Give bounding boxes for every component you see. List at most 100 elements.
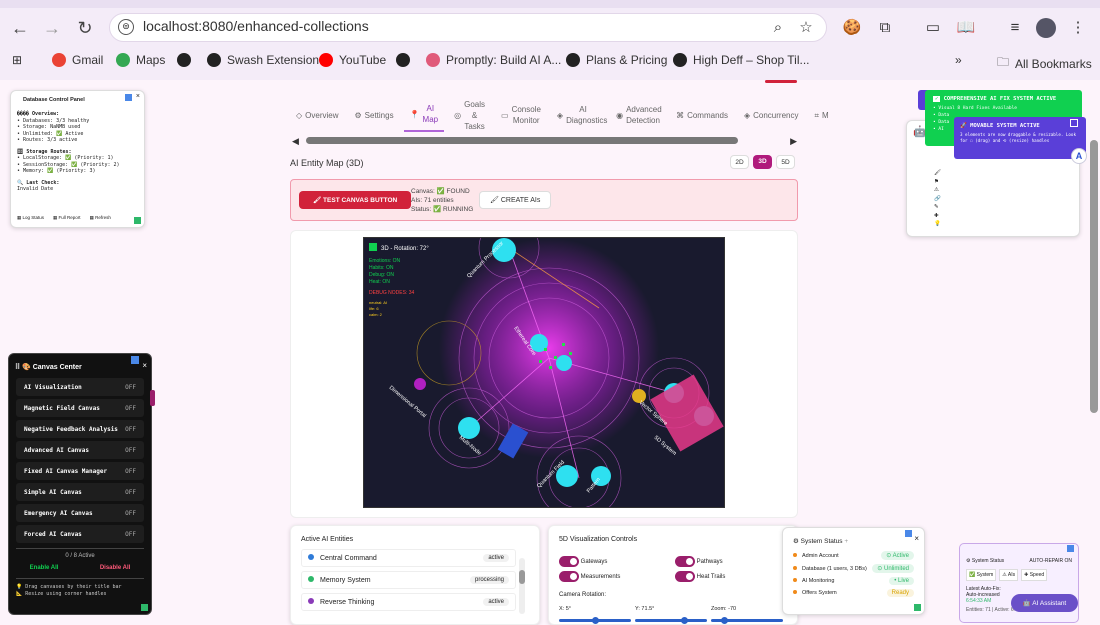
database-control-panel[interactable]: Database Control Panel × ���� Overview: … — [10, 90, 145, 228]
full-report-button[interactable]: ▦ Full Report — [53, 215, 81, 221]
media-icon[interactable]: ≡ — [1003, 16, 1027, 40]
canvas-toggle-item[interactable]: Simple AI Canvas OFF — [16, 483, 144, 501]
entity-row[interactable]: Memory System processing — [301, 571, 516, 589]
ai-visualization-canvas[interactable]: 3D - Rotation: 72° Emotions: ON Habits: … — [363, 237, 725, 508]
log-status-button[interactable]: ▦ Log Status — [17, 215, 44, 221]
camera-slider[interactable] — [635, 617, 707, 624]
bookmark-item[interactable]: YouTube — [319, 53, 386, 67]
system-status-panel[interactable]: × ⚙ System Status + Admin Account ⊙ Activ… — [782, 527, 925, 615]
view-3d-button[interactable]: 3D — [753, 155, 772, 169]
forward-icon[interactable]: → — [41, 17, 63, 39]
drag-handle-icon[interactable] — [131, 356, 139, 364]
url-text[interactable]: localhost:8080/enhanced-collections — [143, 18, 369, 34]
enable-all-button[interactable]: Enable All — [30, 565, 59, 571]
canvas-toggle-item[interactable]: Forced AI Canvas OFF — [16, 525, 144, 543]
tabs-scrollbar[interactable]: ◀ ▶ — [292, 136, 797, 147]
bookmark-item[interactable]: Gmail — [52, 53, 103, 67]
bookmark-star-icon[interactable]: ☆ — [794, 16, 818, 40]
tab-console-monitor[interactable]: ▭ Console Monitor — [495, 104, 547, 126]
page-scrollbar[interactable] — [1090, 140, 1098, 413]
cast-icon[interactable]: ▭ — [921, 16, 945, 40]
camera-slider[interactable] — [711, 617, 783, 624]
back-icon[interactable]: ← — [9, 17, 31, 39]
extensions-icon[interactable]: ⧉ — [873, 16, 897, 40]
warning-icon: ⚠ — [934, 187, 939, 193]
disable-all-button[interactable]: Disable All — [100, 565, 130, 571]
tab-ai-map[interactable]: 📍 AI Map — [403, 98, 445, 132]
entity-graph[interactable]: 3D - Rotation: 72° Emotions: ON Habits: … — [364, 238, 725, 508]
folder-icon: 🗀 — [997, 55, 1010, 69]
entity-row[interactable]: Reverse Thinking active — [301, 593, 516, 611]
side-tab[interactable] — [150, 390, 155, 406]
tab-goals-tasks[interactable]: ◎ Goals & Tasks — [448, 99, 491, 132]
drag-handle-icon[interactable] — [1070, 119, 1078, 127]
drag-handle-icon[interactable] — [905, 530, 912, 537]
tab-overview[interactable]: ◇ Overview — [290, 110, 345, 121]
canvas-toggle-item[interactable]: Fixed AI Canvas Manager OFF — [16, 462, 144, 480]
tab-settings[interactable]: ⚙ Settings — [349, 110, 400, 121]
ai-assistant-button[interactable]: 🤖 AI Assistant — [1011, 594, 1078, 612]
status-row: Offers System Ready — [793, 589, 914, 597]
close-icon[interactable]: × — [142, 361, 147, 370]
reload-icon[interactable]: ↻ — [74, 17, 96, 39]
zoom-icon[interactable]: ⌕ — [766, 16, 790, 40]
drag-handle-icon[interactable] — [1067, 545, 1074, 552]
canvas-toggle-item[interactable]: Emergency AI Canvas OFF — [16, 504, 144, 522]
toggle-pathways[interactable]: Pathways — [675, 556, 723, 567]
toggle-gateways[interactable]: Gateways — [559, 556, 607, 567]
extension-cookie-icon[interactable]: 🍪 — [840, 16, 864, 40]
tab-m[interactable]: ⌗ M — [808, 110, 834, 121]
scroll-right-icon[interactable]: ▶ — [790, 136, 797, 147]
tab-concurrency[interactable]: ◈ Concurrency — [738, 110, 805, 121]
status-badge: Ready — [886, 589, 914, 597]
refresh-button[interactable]: ▦ Refresh — [90, 215, 111, 221]
tab-label: Overview — [305, 110, 339, 120]
entities-scrollbar[interactable] — [519, 558, 525, 614]
view-5d-button[interactable]: 5D — [776, 155, 795, 169]
scroll-thumb[interactable] — [306, 137, 738, 144]
view-2d-button[interactable]: 2D — [730, 155, 749, 169]
drag-handle-icon[interactable] — [125, 94, 132, 101]
canvas-toggle-item[interactable]: Magnetic Field Canvas OFF — [16, 399, 144, 417]
entity-row[interactable]: Central Command active — [301, 549, 516, 567]
create-ais-button[interactable]: 🖌 CREATE AIs — [479, 191, 552, 209]
reading-mode-icon[interactable]: 📖 — [954, 16, 978, 40]
status-dot-icon — [793, 590, 797, 594]
scroll-left-icon[interactable]: ◀ — [292, 136, 299, 147]
heat-trails-switch — [675, 571, 695, 582]
bookmark-item[interactable]: Plans & Pricing — [566, 53, 667, 67]
toggle-measurements[interactable]: Measurements — [559, 571, 620, 582]
bookmark-item[interactable]: Maps — [116, 53, 165, 67]
more-bookmarks-icon[interactable]: » — [955, 53, 962, 67]
bookmark-item[interactable]: High Deff – Shop Til... — [673, 53, 810, 67]
tab-label: Concurrency — [753, 110, 799, 120]
close-icon[interactable]: × — [914, 534, 919, 543]
bookmark-item[interactable]: Swash Extension — [207, 53, 319, 67]
menu-icon[interactable]: ⋮ — [1066, 16, 1090, 40]
resize-handle-icon[interactable] — [914, 604, 921, 611]
site-info-icon[interactable]: ⊜ — [118, 19, 134, 35]
resize-handle-icon[interactable] — [141, 604, 148, 611]
canvas-toggle-item[interactable]: AI Visualization OFF — [16, 378, 144, 396]
resize-handle-icon[interactable] — [134, 217, 141, 224]
bookmark-label: Promptly: Build AI A... — [446, 53, 562, 67]
canvas-toggle-item[interactable]: Advanced AI Canvas OFF — [16, 441, 144, 459]
assistant-a-icon[interactable]: A — [1071, 148, 1087, 164]
tab-advanced-detection[interactable]: ◉ Advanced Detection — [610, 104, 666, 126]
tab-commands[interactable]: ⌘ Commands — [670, 110, 734, 121]
profile-avatar[interactable] — [1036, 18, 1056, 38]
toggle-heat-trails[interactable]: Heat Trails — [675, 571, 725, 582]
all-bookmarks[interactable]: 🗀 All Bookmarks — [997, 53, 1092, 74]
test-canvas-button[interactable]: 🖌 TEST CANVAS BUTTON — [299, 191, 412, 209]
camera-slider[interactable] — [559, 617, 631, 624]
canvas-center-panel[interactable]: × ⠿ 🎨 Canvas Center AI Visualization OFF M… — [8, 353, 152, 615]
bookmark-item[interactable]: Promptly: Build AI A... — [426, 53, 561, 67]
apps-icon[interactable]: ⊞ — [12, 53, 22, 67]
close-icon[interactable]: × — [136, 93, 140, 100]
canvas-toggle-item[interactable]: Negative Feedback Analysis OFF — [16, 420, 144, 438]
bulb-icon: 💡 — [934, 221, 941, 227]
bookmark-item[interactable] — [177, 53, 191, 67]
bookmark-item[interactable] — [396, 53, 410, 67]
tab-ai-diagnostics[interactable]: ◈ AI Diagnostics — [551, 104, 608, 126]
node-purple[interactable] — [414, 378, 426, 390]
